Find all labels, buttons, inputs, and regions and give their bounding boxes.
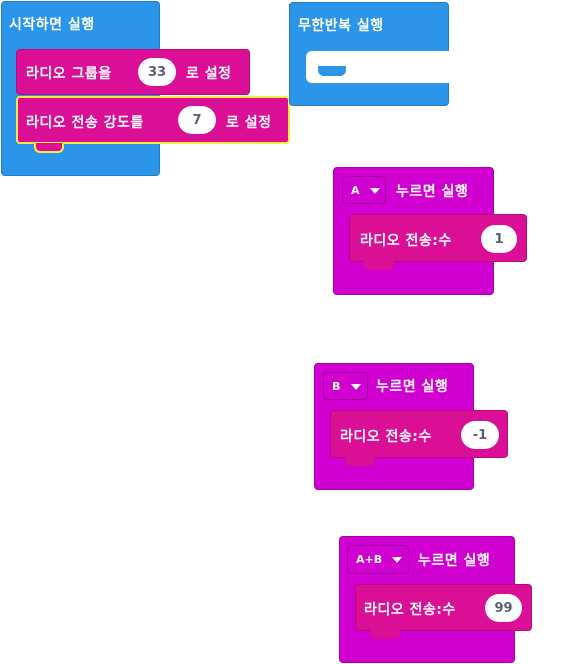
- forever-slot-notch: [318, 66, 346, 76]
- radio-group-value-input[interactable]: 33: [138, 58, 176, 86]
- radio-set-group-suffix: 로 설정: [186, 66, 232, 82]
- button-ab-dropdown-value: A+B: [356, 553, 383, 566]
- button-a-dropdown-value: A: [351, 183, 360, 197]
- button-ab-dropdown[interactable]: A+B: [347, 545, 409, 574]
- on-button-a-title: 누르면 실행: [396, 184, 469, 200]
- transmit-power-value-input[interactable]: 7: [178, 106, 216, 134]
- connector-notch: [345, 456, 375, 466]
- connector-notch: [364, 260, 394, 270]
- radio-set-group-label: 라디오 그룹을: [26, 66, 112, 82]
- send-number-ab-value-input[interactable]: 99: [485, 594, 522, 622]
- radio-send-number-b-label: 라디오 전송:수: [340, 429, 432, 445]
- button-a-dropdown[interactable]: A: [342, 176, 386, 204]
- on-start-title: 시작하면 실행: [9, 17, 95, 33]
- connector-notch: [34, 143, 64, 153]
- on-button-ab-title: 누르면 실행: [418, 553, 491, 569]
- radio-send-number-ab-label: 라디오 전송:수: [364, 602, 456, 618]
- chevron-down-icon: [370, 188, 380, 194]
- forever-title: 무한반복 실행: [298, 18, 384, 34]
- send-number-b-value-input[interactable]: -1: [461, 421, 499, 449]
- button-b-dropdown[interactable]: B: [323, 372, 368, 400]
- chevron-down-icon: [392, 557, 402, 563]
- on-button-b-title: 누르면 실행: [376, 379, 449, 395]
- radio-send-number-a-label: 라디오 전송:수: [360, 233, 452, 249]
- button-b-dropdown-value: B: [332, 379, 341, 393]
- chevron-down-icon: [351, 384, 361, 390]
- radio-set-transmit-power-label: 라디오 전송 강도를: [26, 115, 144, 131]
- connector-notch: [370, 629, 400, 639]
- radio-set-transmit-power-suffix: 로 설정: [226, 115, 272, 131]
- send-number-a-value-input[interactable]: 1: [481, 225, 517, 253]
